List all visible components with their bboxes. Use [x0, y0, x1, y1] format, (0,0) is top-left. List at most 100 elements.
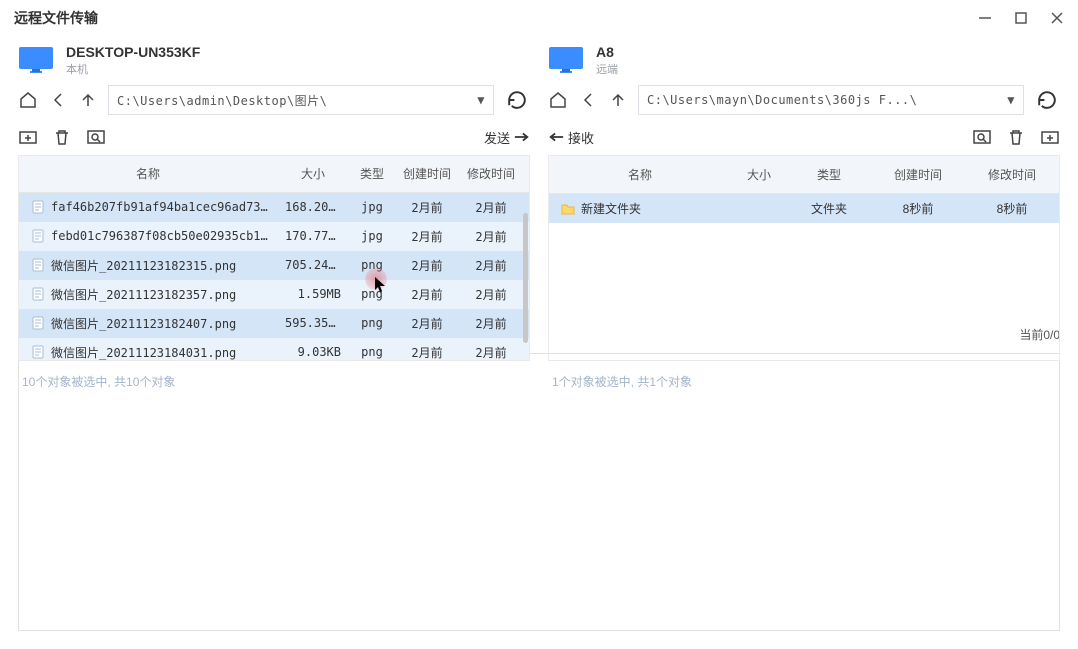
local-panel: DESKTOP-UN353KF 本机 C:\Users\admin\Deskto…: [18, 44, 530, 321]
back-button[interactable]: [48, 90, 68, 110]
remote-table-header: 名称 大小 类型 创建时间 修改时间: [549, 156, 1059, 194]
col-name[interactable]: 名称: [19, 165, 277, 182]
file-type: jpg: [349, 200, 395, 214]
col-size[interactable]: 大小: [277, 165, 349, 182]
local-table-body[interactable]: faf46b207fb91af94ba1cec96ad73e71.… 168.20…: [19, 193, 529, 360]
table-row[interactable]: 微信图片_20211123182357.png1.59MBpng2月前2月前: [19, 280, 529, 309]
file-ctime: 2月前: [395, 199, 459, 216]
remote-nav-row: C:\Users\mayn\Documents\360js F...\ ▼: [548, 85, 1060, 115]
local-host-header: DESKTOP-UN353KF 本机: [18, 44, 530, 77]
table-row[interactable]: 微信图片_20211123182315.png705.24KBpng2月前2月前: [19, 251, 529, 280]
file-name: febd01c796387f08cb50e02935cb1330.…: [51, 229, 269, 243]
file-icon: [31, 258, 45, 272]
file-ctime: 2月前: [395, 228, 459, 245]
local-nav-row: C:\Users\admin\Desktop\图片\ ▼: [18, 85, 530, 115]
file-ctime: 2月前: [395, 344, 459, 360]
file-size: 168.20KB: [277, 200, 349, 214]
local-host-name: DESKTOP-UN353KF: [66, 44, 200, 60]
home-button[interactable]: [18, 90, 38, 110]
col-ctime[interactable]: 创建时间: [871, 166, 965, 183]
file-size: 9.03KB: [277, 345, 349, 359]
table-row[interactable]: 微信图片_20211123182407.png595.35KBpng2月前2月前: [19, 309, 529, 338]
refresh-button[interactable]: [1034, 87, 1060, 113]
file-ctime: 8秒前: [871, 200, 965, 217]
file-ctime: 2月前: [395, 257, 459, 274]
file-mtime: 2月前: [459, 286, 523, 303]
remote-host-name: A8: [596, 44, 618, 60]
transfer-list-box: [18, 353, 1060, 632]
col-type[interactable]: 类型: [349, 165, 395, 182]
local-table-header: 名称 大小 类型 创建时间 修改时间: [19, 156, 529, 193]
new-folder-button[interactable]: [1040, 127, 1060, 147]
local-file-table: 名称 大小 类型 创建时间 修改时间 faf46b207fb91af94ba1c…: [18, 155, 530, 361]
col-size[interactable]: 大小: [731, 166, 787, 183]
file-mtime: 2月前: [459, 257, 523, 274]
file-ctime: 2月前: [395, 315, 459, 332]
file-icon: [31, 287, 45, 301]
close-button[interactable]: [1050, 11, 1064, 25]
remote-panel: A8 远端 C:\Users\mayn\Documents\360js F...…: [548, 44, 1060, 321]
table-row[interactable]: 微信图片_20211123184031.png9.03KBpng2月前2月前: [19, 338, 529, 360]
up-button[interactable]: [78, 90, 98, 110]
search-button[interactable]: [972, 127, 992, 147]
chevron-down-icon: ▼: [477, 93, 485, 107]
table-row[interactable]: febd01c796387f08cb50e02935cb1330.… 170.77…: [19, 222, 529, 251]
refresh-button[interactable]: [504, 87, 530, 113]
col-ctime[interactable]: 创建时间: [395, 165, 459, 182]
file-type: png: [349, 316, 395, 330]
folder-icon: [561, 202, 575, 216]
remote-file-table: 名称 大小 类型 创建时间 修改时间 新建文件夹文件夹8秒前8秒前: [548, 155, 1060, 361]
up-button[interactable]: [608, 90, 628, 110]
delete-button[interactable]: [52, 127, 72, 147]
file-icon: [31, 200, 45, 214]
file-mtime: 2月前: [459, 199, 523, 216]
remote-table-body[interactable]: 新建文件夹文件夹8秒前8秒前: [549, 194, 1059, 223]
file-size: 170.77KB: [277, 229, 349, 243]
file-name: 新建文件夹: [581, 200, 641, 217]
local-path-text: C:\Users\admin\Desktop\图片\: [117, 92, 327, 109]
table-row[interactable]: faf46b207fb91af94ba1cec96ad73e71.… 168.20…: [19, 193, 529, 222]
col-name[interactable]: 名称: [549, 166, 731, 183]
file-type: png: [349, 345, 395, 359]
file-mtime: 2月前: [459, 315, 523, 332]
delete-button[interactable]: [1006, 127, 1026, 147]
remote-host-header: A8 远端: [548, 44, 1060, 77]
back-button[interactable]: [578, 90, 598, 110]
send-label: 发送: [484, 128, 510, 147]
window-title: 远程文件传输: [14, 8, 98, 28]
maximize-button[interactable]: [1014, 11, 1028, 25]
remote-monitor-icon: [548, 46, 584, 76]
file-icon: [31, 316, 45, 330]
col-mtime[interactable]: 修改时间: [965, 166, 1059, 183]
file-name: 微信图片_20211123182407.png: [51, 315, 236, 332]
home-button[interactable]: [548, 90, 568, 110]
file-name: faf46b207fb91af94ba1cec96ad73e71.…: [51, 200, 269, 214]
minimize-button[interactable]: [978, 11, 992, 25]
local-host-role: 本机: [66, 61, 200, 77]
search-button[interactable]: [86, 127, 106, 147]
remote-path-combo[interactable]: C:\Users\mayn\Documents\360js F...\ ▼: [638, 85, 1024, 115]
title-bar: 远程文件传输: [0, 0, 1078, 36]
table-row[interactable]: 新建文件夹文件夹8秒前8秒前: [549, 194, 1059, 223]
file-name: 微信图片_20211123184031.png: [51, 344, 236, 360]
file-mtime: 2月前: [459, 228, 523, 245]
scrollbar-thumb[interactable]: [523, 213, 528, 343]
file-type: jpg: [349, 229, 395, 243]
remote-host-role: 远端: [596, 61, 618, 77]
send-button[interactable]: 发送: [484, 128, 530, 147]
file-size: 1.59MB: [277, 287, 349, 301]
local-path-combo[interactable]: C:\Users\admin\Desktop\图片\ ▼: [108, 85, 494, 115]
file-icon: [31, 229, 45, 243]
file-mtime: 2月前: [459, 344, 523, 360]
receive-button[interactable]: 接收: [548, 128, 594, 147]
col-type[interactable]: 类型: [787, 166, 871, 183]
file-mtime: 8秒前: [965, 200, 1059, 217]
file-icon: [31, 345, 45, 359]
file-name: 微信图片_20211123182315.png: [51, 257, 236, 274]
col-mtime[interactable]: 修改时间: [459, 165, 523, 182]
work-area: DESKTOP-UN353KF 本机 C:\Users\admin\Deskto…: [0, 36, 1078, 321]
remote-action-row: 接收: [548, 127, 1060, 147]
new-folder-button[interactable]: [18, 127, 38, 147]
file-type: 文件夹: [787, 200, 871, 217]
receive-label: 接收: [568, 128, 594, 147]
